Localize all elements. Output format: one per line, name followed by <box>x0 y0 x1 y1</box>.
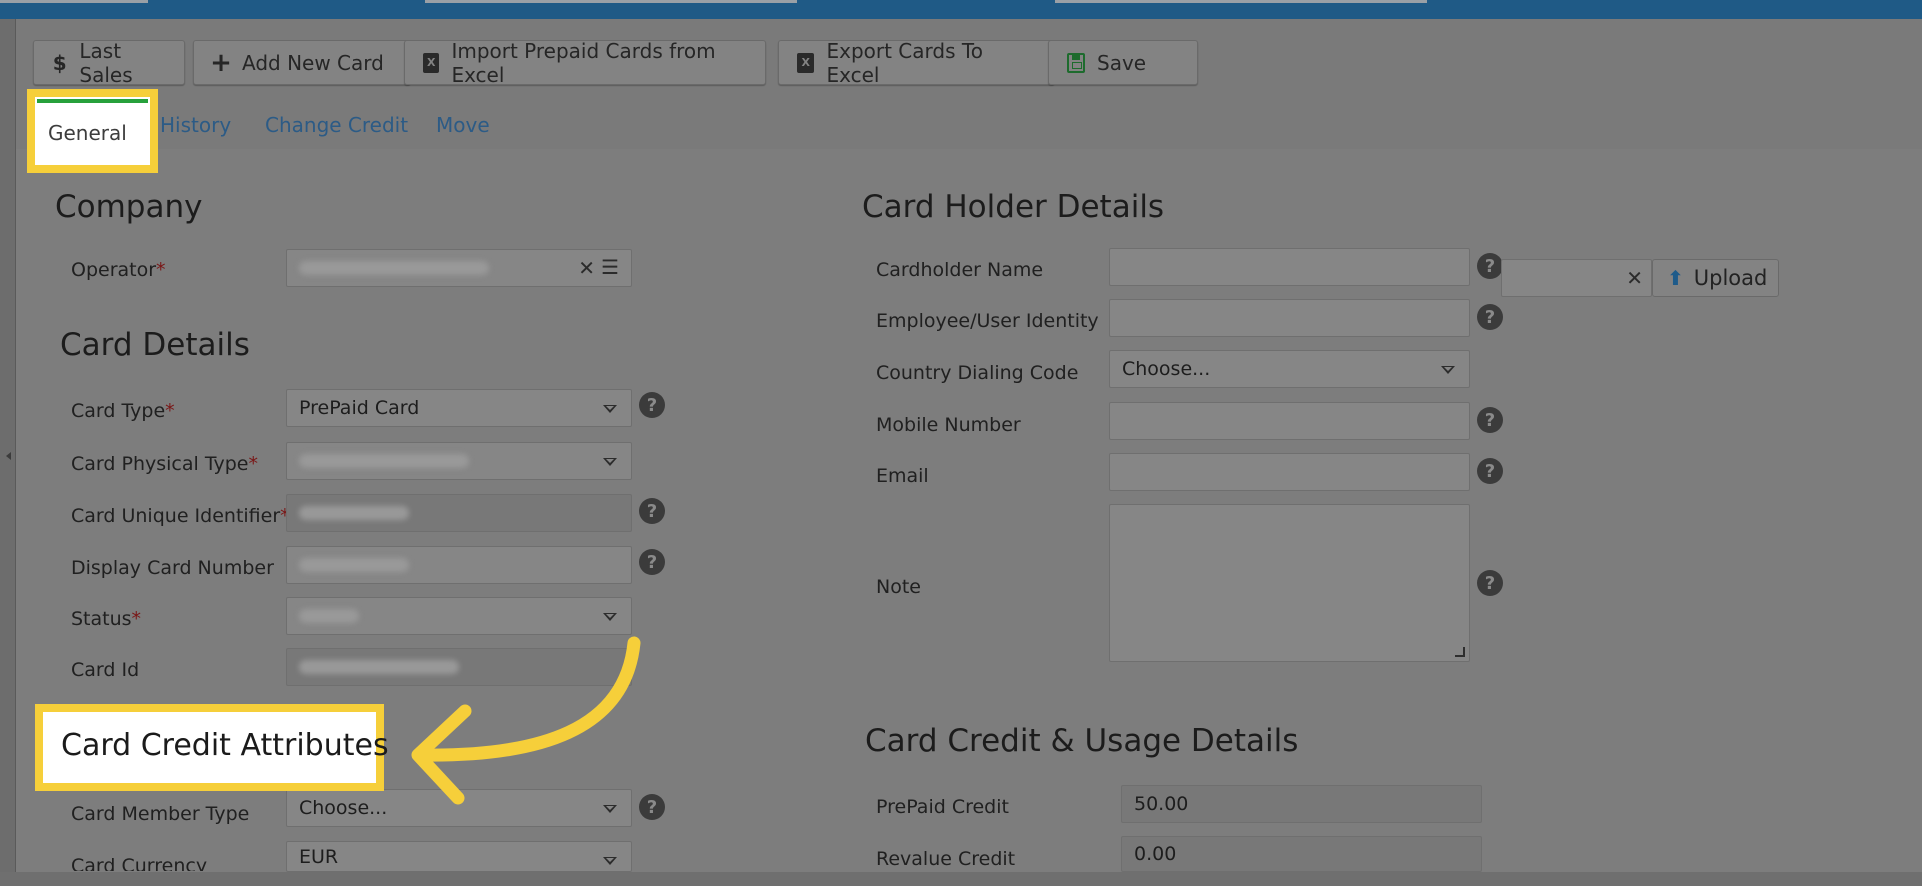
arrow-curve <box>413 636 641 762</box>
annotation-arrow <box>411 636 641 805</box>
